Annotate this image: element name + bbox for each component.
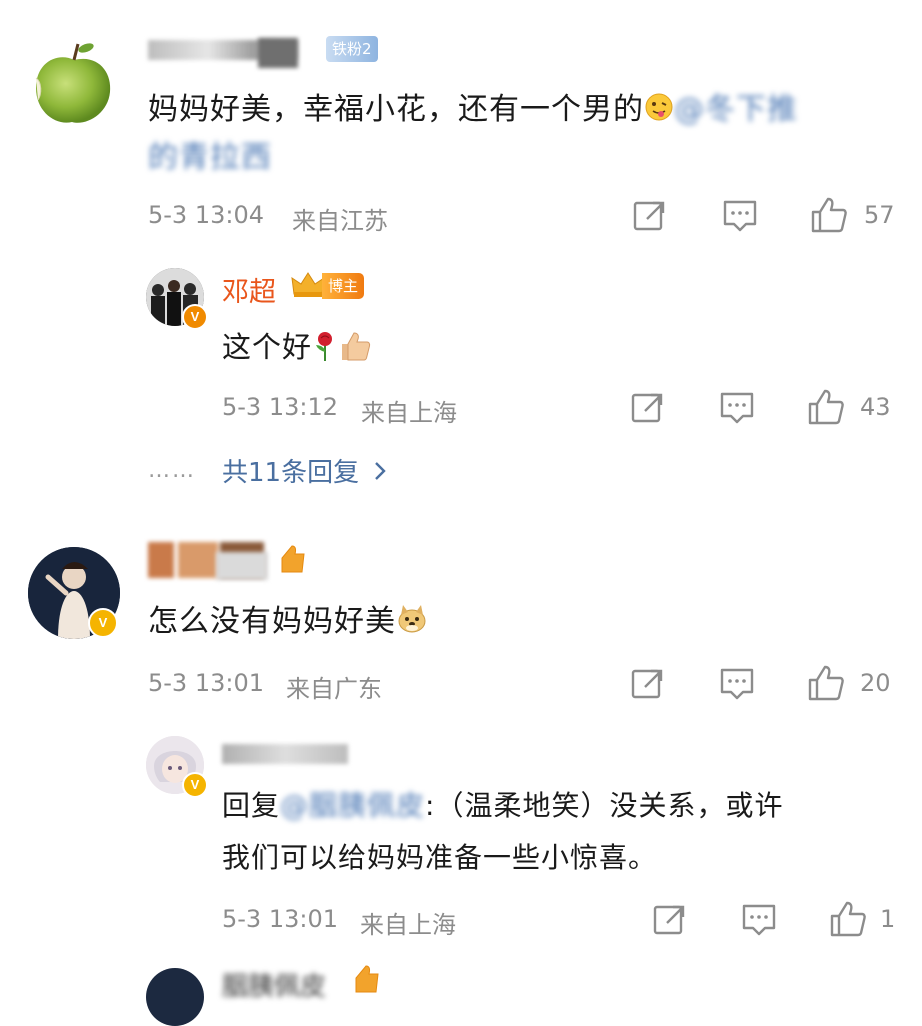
- fan-level-icon: [278, 542, 308, 580]
- share-icon[interactable]: [653, 903, 687, 941]
- crown-badge-icon: [290, 270, 326, 304]
- comment-icon[interactable]: [719, 667, 755, 705]
- share-icon[interactable]: [631, 667, 665, 705]
- apple-avatar-image: [35, 43, 111, 123]
- reply-location: 来自上海: [361, 399, 457, 427]
- doge-emoji-icon: [396, 603, 428, 643]
- blogger-badge: 博主: [322, 273, 365, 299]
- like-count: 20: [860, 669, 891, 697]
- fan-level-icon: [352, 962, 382, 1000]
- thumbs-up-emoji-icon: [338, 330, 372, 369]
- comment-icon[interactable]: [719, 391, 755, 429]
- share-icon[interactable]: [633, 199, 667, 237]
- avatar[interactable]: [146, 968, 204, 1026]
- comment-date: 5-3 13:01: [148, 669, 264, 697]
- like-count: 43: [860, 393, 891, 421]
- mention-link[interactable]: @胭胰佩皮: [280, 789, 425, 822]
- tongue-emoji-icon: [644, 92, 674, 130]
- like-count: 1: [880, 905, 896, 933]
- reply-location: 来自上海: [360, 911, 456, 939]
- verified-v-icon: V: [182, 304, 208, 330]
- chevron-right-icon: [373, 459, 387, 489]
- like-count: 57: [864, 201, 895, 229]
- comment-date: 5-3 13:04: [148, 201, 264, 229]
- username-redacted[interactable]: [222, 740, 352, 766]
- verified-v-icon: V: [88, 608, 118, 638]
- fan-badge: 铁粉2: [326, 36, 378, 62]
- more-dots: ……: [148, 458, 196, 483]
- blur-block: [216, 552, 268, 580]
- reply-date: 5-3 13:12: [222, 393, 338, 421]
- avatar[interactable]: [28, 38, 120, 130]
- view-more-replies-link[interactable]: 共11条回复: [222, 452, 387, 489]
- mention-link[interactable]: @冬下推: [674, 92, 798, 127]
- reply-date: 5-3 13:01: [222, 905, 338, 933]
- comment-icon[interactable]: [741, 903, 777, 941]
- thumbs-up-icon[interactable]: [807, 388, 845, 430]
- reply-username[interactable]: 邓超: [222, 270, 276, 309]
- comment-text-line2[interactable]: 的青拉西: [148, 132, 272, 176]
- rose-emoji-icon: [312, 330, 338, 369]
- thumbs-up-icon[interactable]: [807, 664, 845, 706]
- reply-text: 这个好: [222, 324, 372, 369]
- verified-v-icon: V: [182, 772, 208, 798]
- blur-block: [258, 38, 298, 68]
- reply-username[interactable]: 胭胰佩皮: [222, 966, 326, 1003]
- thumbs-up-icon[interactable]: [829, 900, 867, 942]
- comment-icon[interactable]: [722, 199, 758, 237]
- reply-text-line1: 回复@胭胰佩皮:（温柔地笑）没关系，或许: [222, 789, 784, 822]
- thumbs-up-icon[interactable]: [810, 196, 848, 238]
- comment-text: 怎么没有妈妈好美: [148, 596, 428, 643]
- comment-location: 来自江苏: [292, 207, 388, 235]
- comment-text: 妈妈好美，幸福小花，还有一个男的 @冬下推: [148, 84, 798, 130]
- share-icon[interactable]: [631, 391, 665, 429]
- comment-location: 来自广东: [286, 675, 382, 703]
- reply-text-line2: 我们可以给妈妈准备一些小惊喜。: [222, 841, 658, 874]
